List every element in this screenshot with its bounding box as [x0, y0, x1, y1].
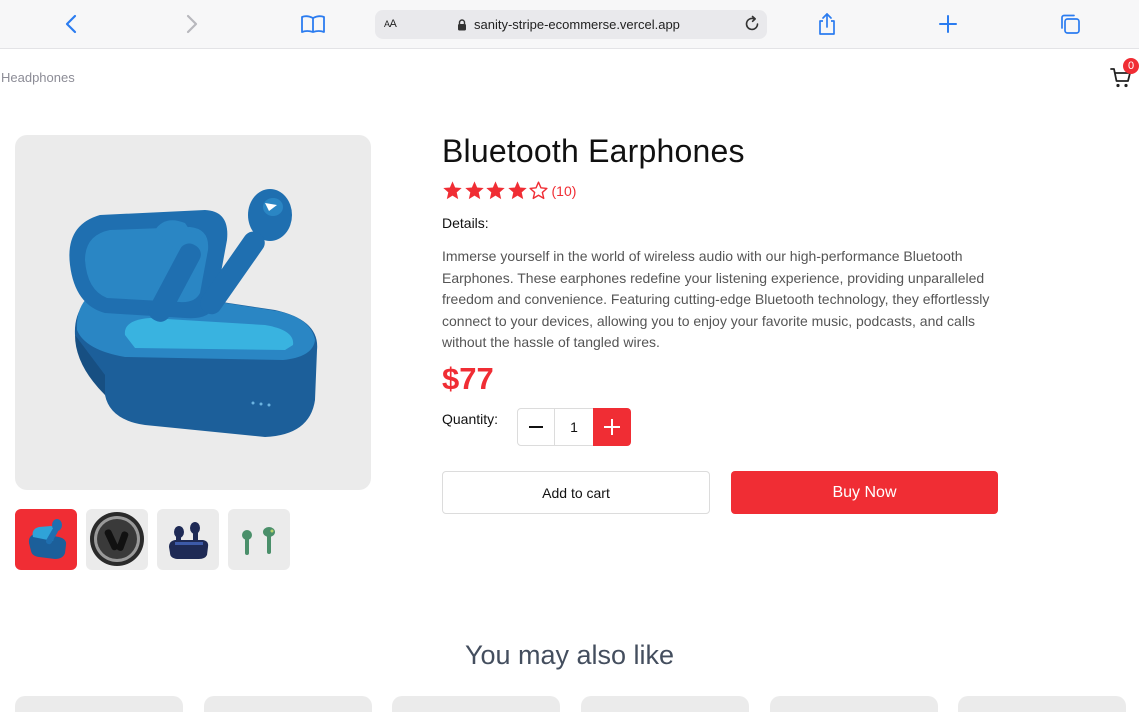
lock-icon: [457, 18, 467, 36]
recommended-product-card[interactable]: [15, 696, 183, 712]
address-bar[interactable]: AA sanity-stripe-ecommerse.vercel.app: [375, 10, 767, 39]
star-filled-icon: [443, 181, 462, 200]
review-count: (10): [551, 182, 577, 199]
quantity-stepper: 1: [517, 408, 631, 446]
new-tab-icon[interactable]: [934, 10, 962, 38]
rating: (10): [442, 180, 576, 201]
product-thumbnail-3[interactable]: [157, 509, 219, 570]
star-outline-icon: [529, 181, 548, 200]
recommended-product-card[interactable]: [392, 696, 560, 712]
reload-icon[interactable]: [743, 15, 761, 38]
breadcrumb-category-link[interactable]: Headphones: [1, 70, 75, 85]
product-description: Immerse yourself in the world of wireles…: [442, 248, 990, 350]
recommended-product-card[interactable]: [958, 696, 1126, 712]
decrease-quantity-button[interactable]: [517, 408, 555, 446]
increase-quantity-button[interactable]: [593, 408, 631, 446]
reader-text-size-button[interactable]: AA: [384, 18, 397, 30]
share-icon[interactable]: [813, 10, 841, 38]
cart-count-badge: 0: [1123, 58, 1139, 74]
product-title: Bluetooth Earphones: [442, 133, 745, 169]
product-thumbnail-2[interactable]: [86, 509, 148, 570]
star-filled-icon: [464, 181, 484, 200]
product-price: $77: [442, 361, 494, 396]
product-thumbnail-1[interactable]: [15, 509, 77, 570]
browser-toolbar: AA sanity-stripe-ecommerse.vercel.app: [0, 0, 1139, 49]
star-filled-icon: [486, 181, 505, 200]
product-main-image: [15, 135, 371, 490]
product-thumbnail-4[interactable]: [228, 509, 290, 570]
details-heading: Details:: [442, 215, 489, 231]
buy-now-button[interactable]: Buy Now: [731, 471, 998, 514]
url-text: sanity-stripe-ecommerse.vercel.app: [474, 17, 680, 32]
back-icon[interactable]: [57, 10, 85, 38]
recommended-product-card[interactable]: [204, 696, 372, 712]
forward-icon[interactable]: [178, 10, 206, 38]
recommendations-title: You may also like: [464, 640, 675, 670]
add-to-cart-button[interactable]: Add to cart: [442, 471, 710, 514]
quantity-value: 1: [555, 408, 593, 446]
recommended-product-card[interactable]: [770, 696, 938, 712]
tabs-overview-icon[interactable]: [1056, 10, 1084, 38]
recommended-product-card[interactable]: [581, 696, 749, 712]
quantity-label: Quantity:: [442, 411, 499, 427]
star-filled-icon: [507, 181, 527, 200]
bookmarks-icon[interactable]: [299, 10, 327, 38]
plus-icon: [604, 419, 620, 435]
minus-icon: [529, 426, 543, 428]
